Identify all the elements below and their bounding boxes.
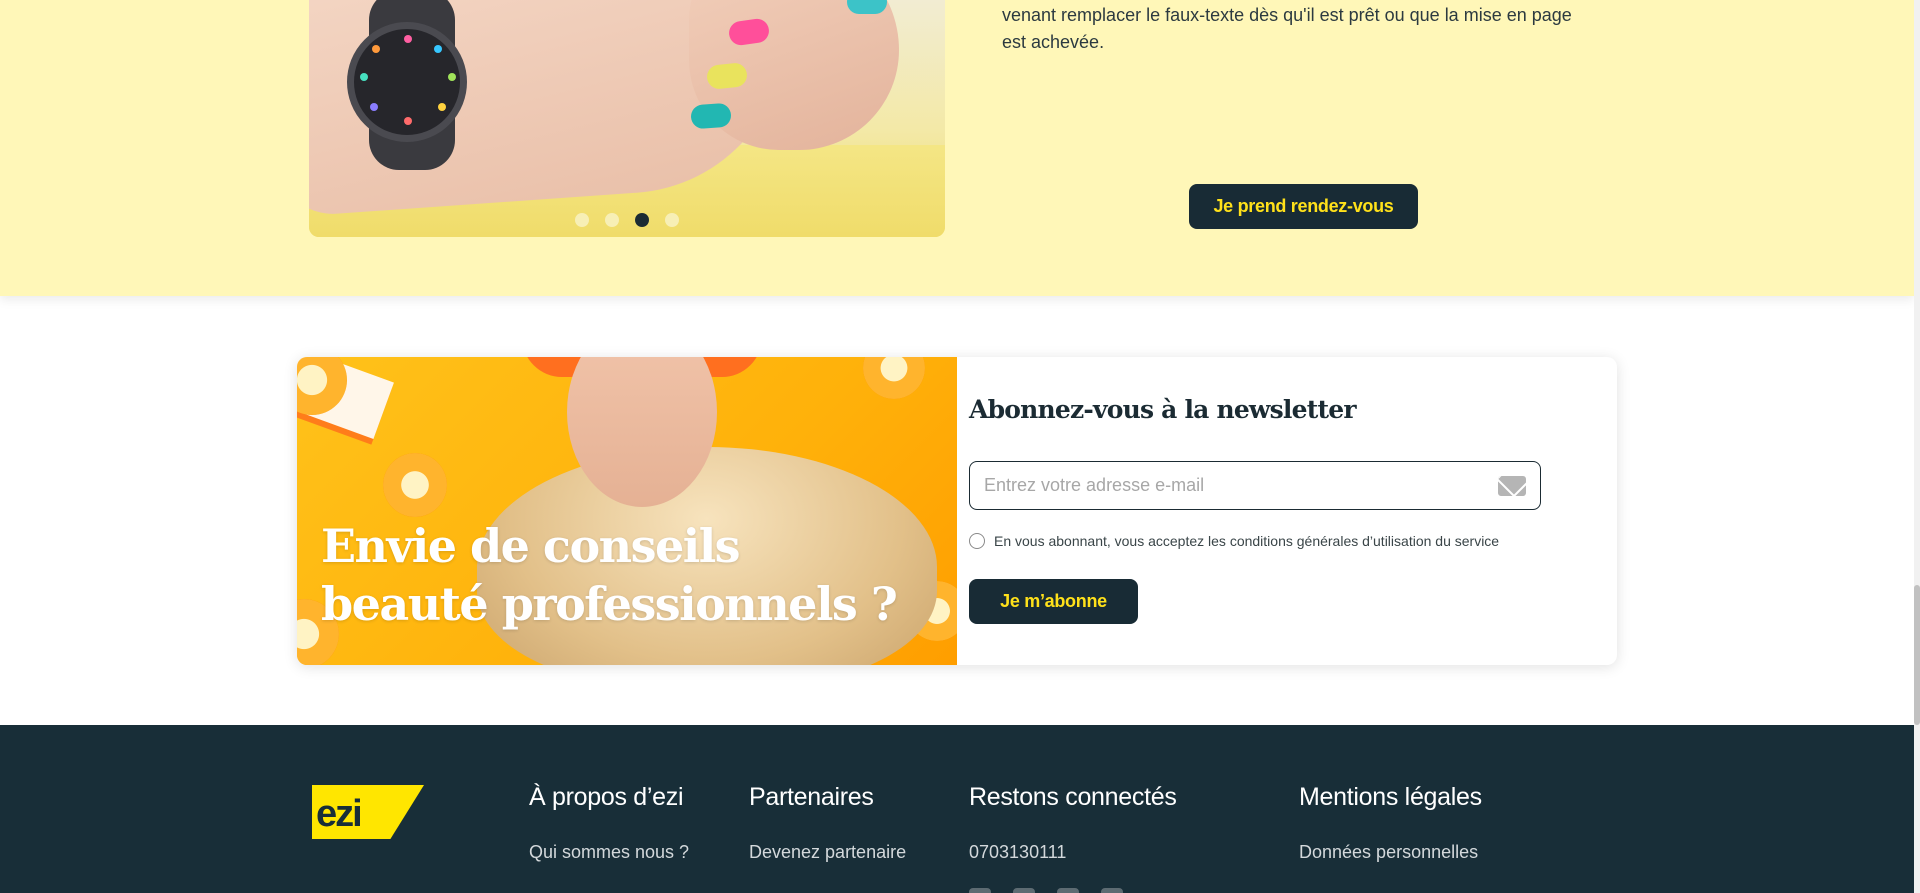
- newsletter-image: Envie de conseils beauté professionnels …: [297, 357, 957, 665]
- footer-col-partners: Partenaires Devenez partenaire: [749, 783, 906, 863]
- promo-title-line: beauté professionnels ?: [321, 577, 898, 631]
- hero-text-line: est achevée.: [1002, 32, 1105, 52]
- slider-dot-4[interactable]: [665, 213, 679, 227]
- footer-col-about: À propos d’ezi Qui sommes nous ?: [529, 783, 689, 863]
- hero-paragraph: venant remplacer le faux-texte dès qu'il…: [1002, 2, 1612, 56]
- ezi-logo[interactable]: ezi: [312, 785, 424, 839]
- hero-section: venant remplacer le faux-texte dès qu'il…: [0, 0, 1914, 296]
- youtube-icon[interactable]: [1101, 888, 1123, 893]
- appointment-button[interactable]: Je prend rendez-vous: [1189, 184, 1418, 229]
- site-footer: ezi À propos d’ezi Qui sommes nous ? Par…: [0, 725, 1914, 893]
- orange-slice: [863, 357, 925, 399]
- consent-row: En vous abonnant, vous acceptez les cond…: [969, 533, 1499, 549]
- scrollbar-thumb[interactable]: [1914, 585, 1920, 725]
- facebook-icon[interactable]: [969, 888, 991, 893]
- footer-col-title: À propos d’ezi: [529, 783, 684, 811]
- hero-text-line: venant remplacer le faux-texte dès qu'il…: [1002, 5, 1572, 25]
- newsletter-promo-title: Envie de conseils beauté professionnels …: [321, 517, 898, 633]
- footer-col-title: Restons connectés: [969, 783, 1177, 811]
- page-scrollbar[interactable]: [1914, 0, 1920, 893]
- email-field-wrapper[interactable]: [969, 461, 1541, 510]
- footer-col-title: Partenaires: [749, 783, 874, 811]
- newsletter-card: Envie de conseils beauté professionnels …: [297, 357, 1617, 665]
- newsletter-form: Abonnez-vous à la newsletter En vous abo…: [969, 357, 1589, 665]
- promo-title-line: Envie de conseils: [321, 519, 741, 573]
- subscribe-button[interactable]: Je m’abonne: [969, 579, 1138, 624]
- footer-col-title: Mentions légales: [1299, 783, 1482, 811]
- footer-link-personal-data[interactable]: Données personnelles: [1299, 842, 1482, 863]
- image-slider[interactable]: [309, 0, 945, 237]
- envelope-icon: [1498, 475, 1526, 496]
- orange-slice: [383, 453, 447, 517]
- email-input[interactable]: [984, 475, 1498, 496]
- slider-dot-1[interactable]: [575, 213, 589, 227]
- footer-link-become-partner[interactable]: Devenez partenaire: [749, 842, 906, 863]
- slide-nail: [690, 102, 732, 130]
- footer-link-about-us[interactable]: Qui sommes nous ?: [529, 842, 689, 863]
- footer-col-connected: Restons connectés 0703130111: [969, 783, 1177, 863]
- consent-radio[interactable]: [969, 533, 985, 549]
- footer-col-legal: Mentions légales Données personnelles: [1299, 783, 1482, 863]
- newsletter-heading: Abonnez-vous à la newsletter: [969, 395, 1357, 424]
- slider-dot-2[interactable]: [605, 213, 619, 227]
- watch-face-icon: [347, 22, 467, 142]
- slide-nail: [847, 0, 887, 14]
- slider-dots: [309, 213, 945, 227]
- logo-text: ezi: [316, 793, 363, 835]
- instagram-icon[interactable]: [1013, 888, 1035, 893]
- linkedin-icon[interactable]: [1057, 888, 1079, 893]
- slider-dot-3[interactable]: [635, 213, 649, 227]
- footer-phone-link[interactable]: 0703130111: [969, 842, 1177, 863]
- social-icons: [969, 888, 1123, 893]
- consent-label: En vous abonnant, vous acceptez les cond…: [994, 533, 1500, 549]
